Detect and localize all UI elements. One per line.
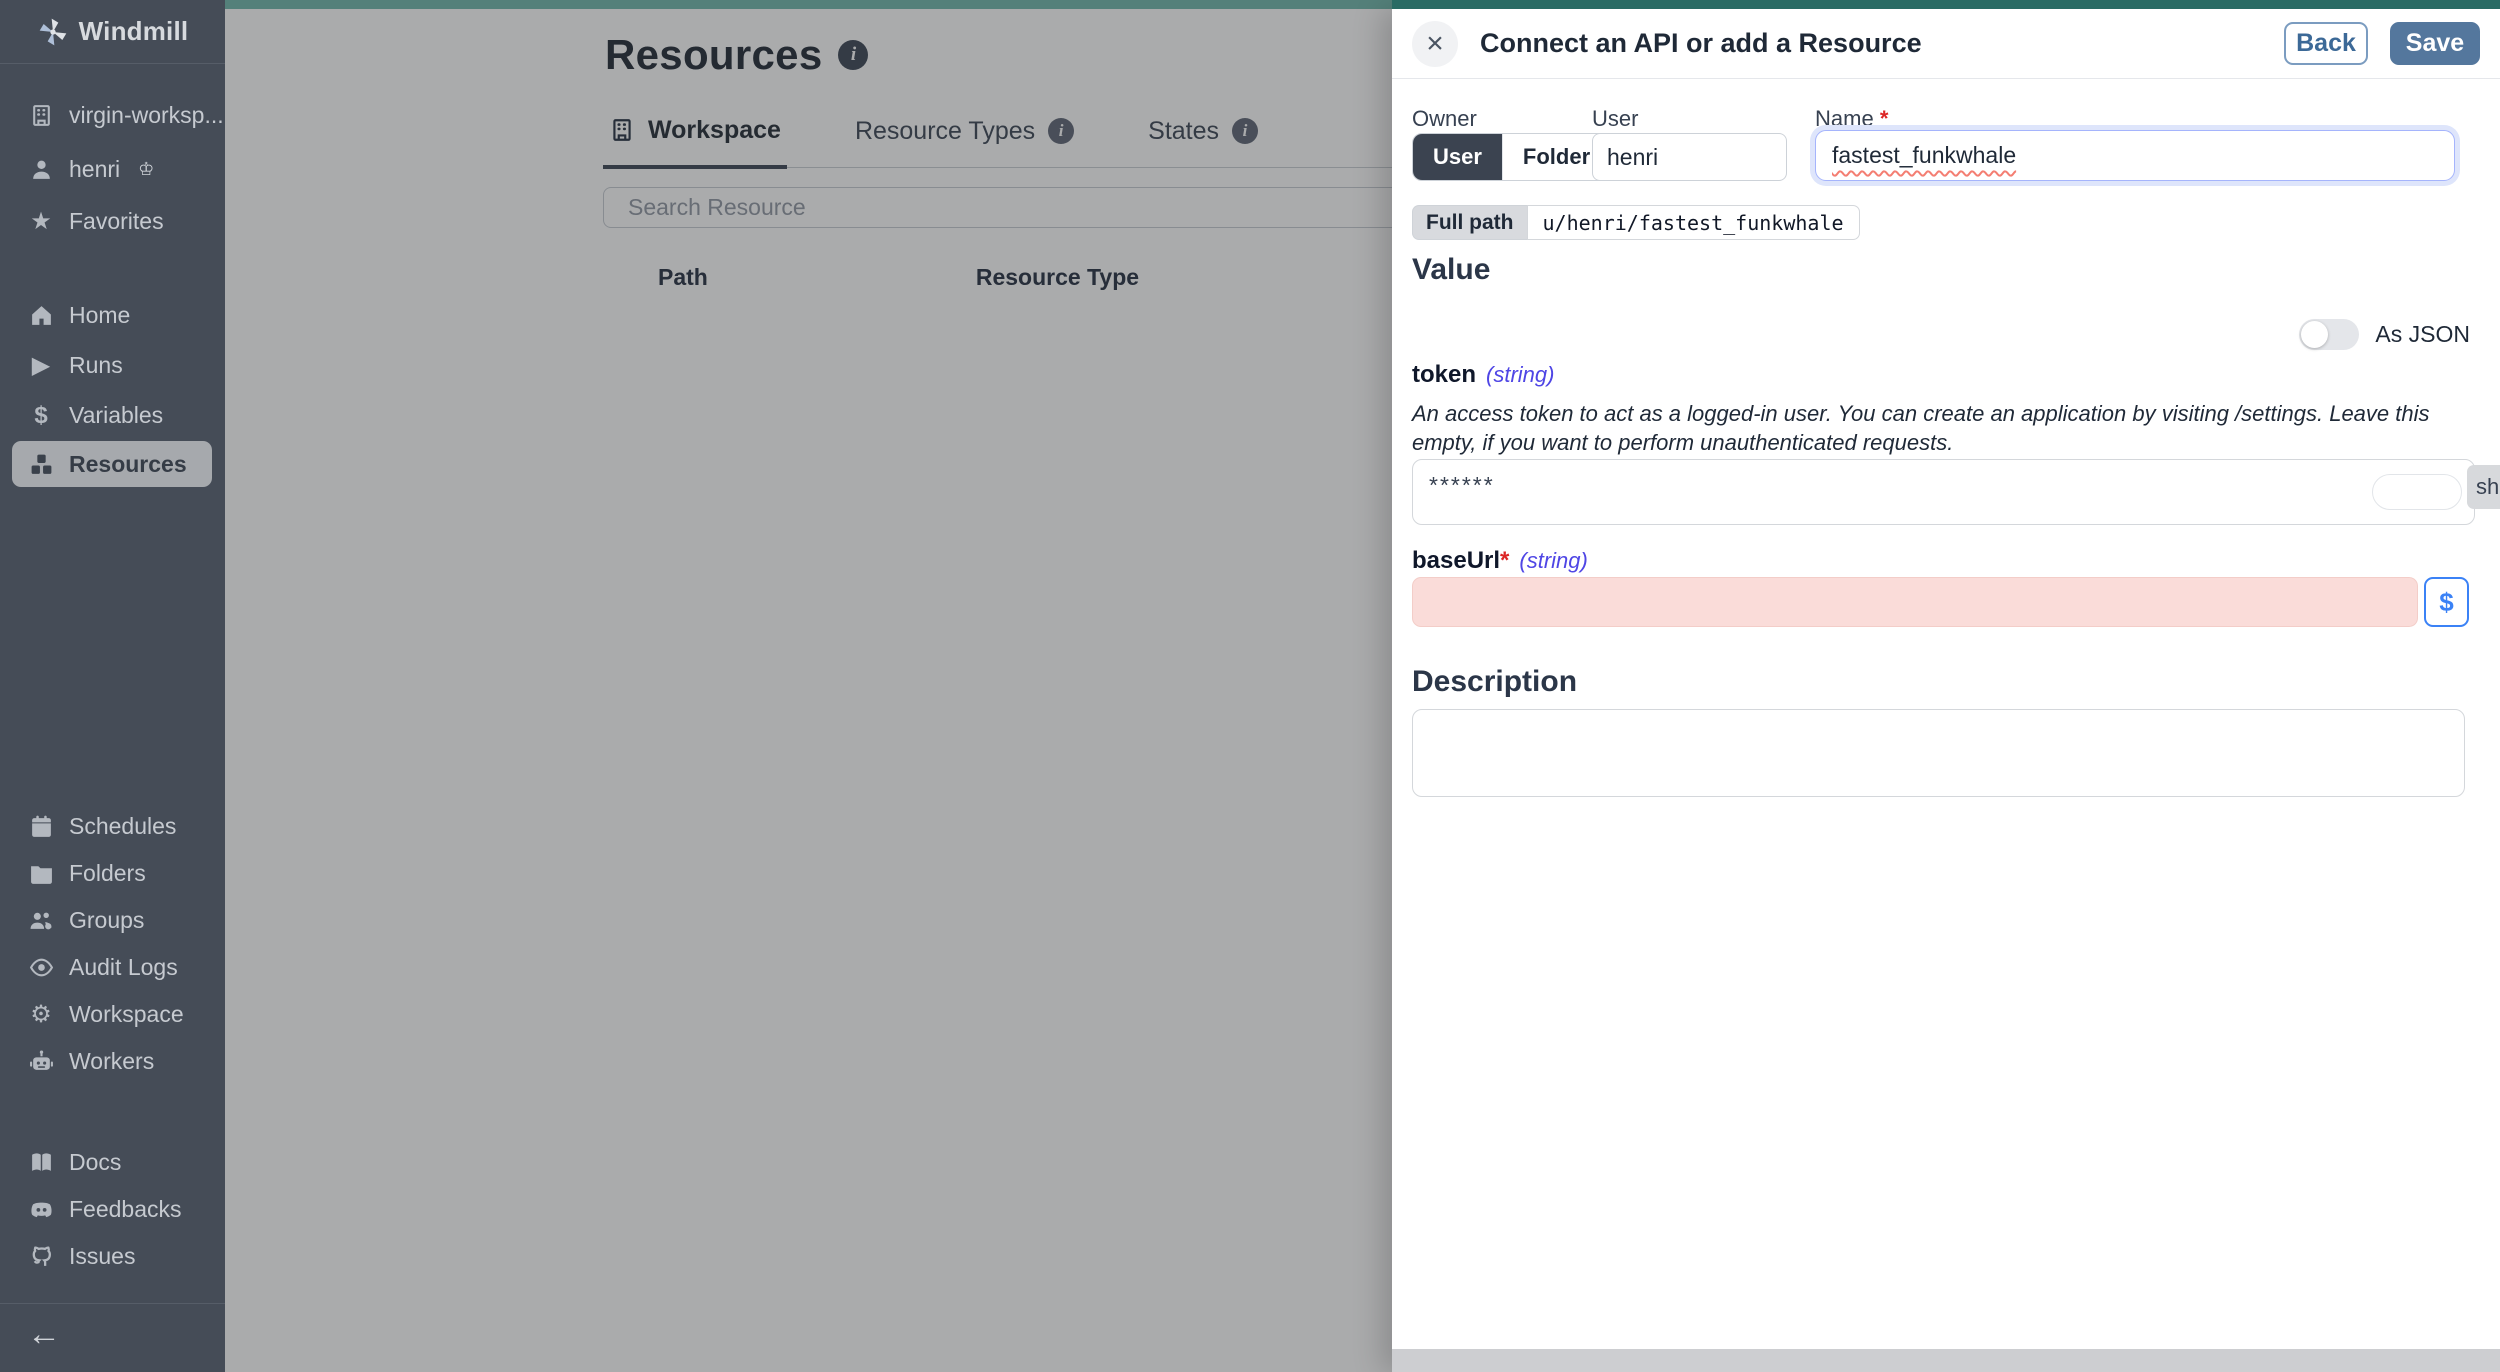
sidebar-item-resources[interactable]: Resources (12, 441, 212, 487)
save-button[interactable]: Save (2390, 22, 2480, 65)
resource-name-value: fastest_funkwhale (1832, 142, 2016, 169)
collapse-sidebar-button[interactable]: ← (27, 1315, 61, 1354)
workspace-switcher[interactable]: virgin-worksp... (0, 92, 225, 139)
as-json-toggle[interactable] (2299, 319, 2359, 350)
calendar-icon (27, 813, 55, 841)
token-masked-value: ****** (1429, 472, 1495, 499)
as-json-row: As JSON (2299, 319, 2470, 350)
username: henri (69, 156, 120, 183)
user-label: User (1592, 106, 1638, 132)
sidebar-item-runs[interactable]: ▶ Runs (0, 342, 225, 389)
drawer-backdrop[interactable] (225, 0, 1392, 1372)
value-heading: Value (1412, 253, 1490, 287)
show-password-button[interactable]: show (2467, 465, 2500, 509)
sidebar-item-label: Groups (69, 907, 144, 934)
discord-icon (27, 1196, 55, 1224)
sidebar-item-label: Docs (69, 1149, 121, 1176)
building-icon (27, 102, 55, 130)
folder-icon (27, 860, 55, 888)
toggle-knob (2301, 321, 2328, 348)
sidebar-item-label: Audit Logs (69, 954, 178, 981)
eye-icon (27, 954, 55, 982)
token-field-type: (string) (1486, 362, 1554, 388)
required-asterisk: * (1880, 106, 1889, 131)
resource-drawer: × Connect an API or add a Resource Back … (1392, 9, 2500, 1372)
top-accent-strip-drawer (1392, 0, 2500, 9)
sidebar-item-label: Runs (69, 352, 123, 379)
baseurl-input[interactable] (1412, 577, 2418, 627)
token-input[interactable]: ****** (1412, 459, 2475, 525)
sidebar-item-folders[interactable]: Folders (0, 850, 225, 897)
sidebar-item-label: Workers (69, 1048, 154, 1075)
sidebar-item-issues[interactable]: Issues (0, 1233, 225, 1280)
baseurl-field-header: baseUrl* (string) (1412, 547, 1588, 575)
sidebar-item-favorites[interactable]: ★ Favorites (0, 198, 225, 245)
github-icon (27, 1243, 55, 1271)
close-icon[interactable]: × (1412, 21, 1458, 67)
sidebar-item-workers[interactable]: Workers (0, 1038, 225, 1085)
sidebar-divider (0, 1303, 225, 1304)
as-json-label: As JSON (2375, 321, 2470, 348)
drawer-title: Connect an API or add a Resource (1480, 28, 2262, 59)
baseurl-field-type: (string) (1519, 548, 1587, 574)
boxes-icon (27, 450, 55, 478)
sidebar-item-label: Variables (69, 402, 163, 429)
token-field-name: token (1412, 361, 1476, 389)
full-path-row: Full path u/henri/fastest_funkwhale (1412, 205, 1860, 240)
book-icon (27, 1149, 55, 1177)
play-icon: ▶ (27, 352, 55, 380)
app-name: Windmill (79, 16, 189, 47)
token-field-header: token (string) (1412, 361, 1554, 389)
name-label: Name * (1815, 106, 1888, 132)
sidebar-item-feedbacks[interactable]: Feedbacks (0, 1186, 225, 1233)
baseurl-field-name: baseUrl* (1412, 547, 1509, 575)
resource-name-input[interactable]: fastest_funkwhale (1815, 130, 2455, 181)
sidebar-item-variables[interactable]: $ Variables (0, 392, 225, 439)
full-path-value: u/henri/fastest_funkwhale (1527, 205, 1860, 240)
sidebar-item-label: Folders (69, 860, 146, 887)
description-heading: Description (1412, 665, 1577, 699)
crown-icon: ♔ (138, 159, 154, 180)
windmill-logo[interactable]: Windmill (0, 0, 225, 64)
sidebar: Windmill virgin-worksp... henri ♔ ★ Favo… (0, 0, 225, 1372)
owner-user-option[interactable]: User (1413, 134, 1502, 180)
user-menu[interactable]: henri ♔ (0, 146, 225, 193)
description-textarea[interactable] (1412, 709, 2465, 797)
sidebar-item-label: Workspace (69, 1001, 184, 1028)
top-accent-strip (225, 0, 1392, 9)
sidebar-item-audit-logs[interactable]: Audit Logs (0, 944, 225, 991)
sidebar-item-workspace[interactable]: ⚙ Workspace (0, 991, 225, 1038)
sidebar-item-docs[interactable]: Docs (0, 1139, 225, 1186)
insert-variable-button[interactable]: $ (2424, 577, 2469, 627)
token-inline-button[interactable] (2372, 474, 2462, 510)
sidebar-item-label: Favorites (69, 208, 164, 235)
owner-type-toggle: User Folder (1412, 133, 1611, 181)
dollar-icon: $ (27, 402, 55, 430)
sidebar-item-home[interactable]: Home (0, 292, 225, 339)
home-icon (27, 302, 55, 330)
horizontal-scrollbar[interactable] (1392, 1349, 2500, 1372)
windmill-logo-icon (37, 16, 69, 48)
star-icon: ★ (27, 208, 55, 236)
robot-icon (27, 1048, 55, 1076)
required-asterisk: * (1500, 547, 1509, 574)
owner-user-input[interactable] (1592, 133, 1787, 181)
sidebar-item-label: Feedbacks (69, 1196, 182, 1223)
sidebar-item-label: Issues (69, 1243, 135, 1270)
full-path-label: Full path (1412, 205, 1527, 240)
sidebar-item-label: Home (69, 302, 130, 329)
sidebar-item-schedules[interactable]: Schedules (0, 803, 225, 850)
workspace-name: virgin-worksp... (69, 102, 224, 129)
drawer-header: × Connect an API or add a Resource Back … (1392, 9, 2500, 79)
users-icon (27, 907, 55, 935)
owner-label: Owner (1412, 106, 1477, 132)
gear-icon: ⚙ (27, 1001, 55, 1029)
sidebar-item-groups[interactable]: Groups (0, 897, 225, 944)
user-icon (27, 156, 55, 184)
sidebar-item-label: Schedules (69, 813, 176, 840)
sidebar-item-label: Resources (69, 451, 187, 478)
back-button[interactable]: Back (2284, 22, 2368, 65)
token-field-description: An access token to act as a logged-in us… (1412, 399, 2474, 457)
